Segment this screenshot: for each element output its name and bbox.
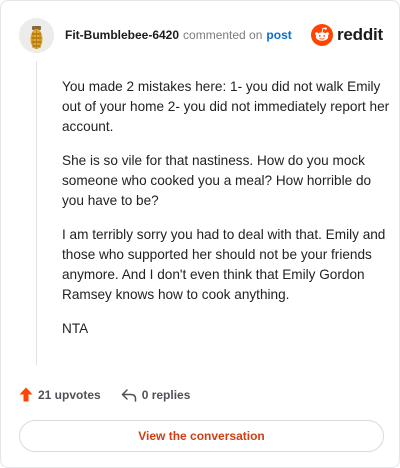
comment-header: Fit-Bumblebee-6420 commented on post red…: [19, 15, 383, 55]
comment-actions: 21 upvotes 0 replies: [19, 387, 190, 402]
comment-paragraph: She is so vile for that nastiness. How d…: [62, 153, 372, 208]
reply-arrow-icon: [121, 388, 136, 402]
username[interactable]: Fit-Bumblebee-6420: [65, 28, 179, 42]
avatar[interactable]: [19, 17, 54, 53]
comment-meta: Fit-Bumblebee-6420 commented on post: [65, 28, 292, 42]
replies-count: 0 replies: [141, 387, 191, 402]
upvotes-button[interactable]: 21 upvotes: [19, 387, 101, 402]
replies-button[interactable]: 0 replies: [121, 387, 191, 402]
commented-on-text: commented on: [183, 28, 263, 42]
upvote-arrow-icon: [19, 387, 33, 402]
comment-paragraph: I am terribly sorry you had to deal with…: [62, 227, 386, 302]
comment-paragraph: NTA: [62, 321, 89, 336]
reddit-logo[interactable]: reddit: [310, 24, 383, 46]
reddit-wordmark: reddit: [336, 25, 383, 44]
post-link[interactable]: post: [266, 28, 291, 42]
thread-line: [36, 61, 37, 365]
comment-paragraph: You made 2 mistakes here: 1- you did not…: [62, 79, 390, 134]
upvotes-count: 21 upvotes: [38, 387, 101, 402]
reddit-snoo-icon: [310, 24, 333, 46]
comment-embed-card: Fit-Bumblebee-6420 commented on post red…: [0, 0, 400, 468]
comment-body: You made 2 mistakes here: 1- you did not…: [62, 77, 392, 353]
view-conversation-button[interactable]: View the conversation: [19, 420, 384, 452]
